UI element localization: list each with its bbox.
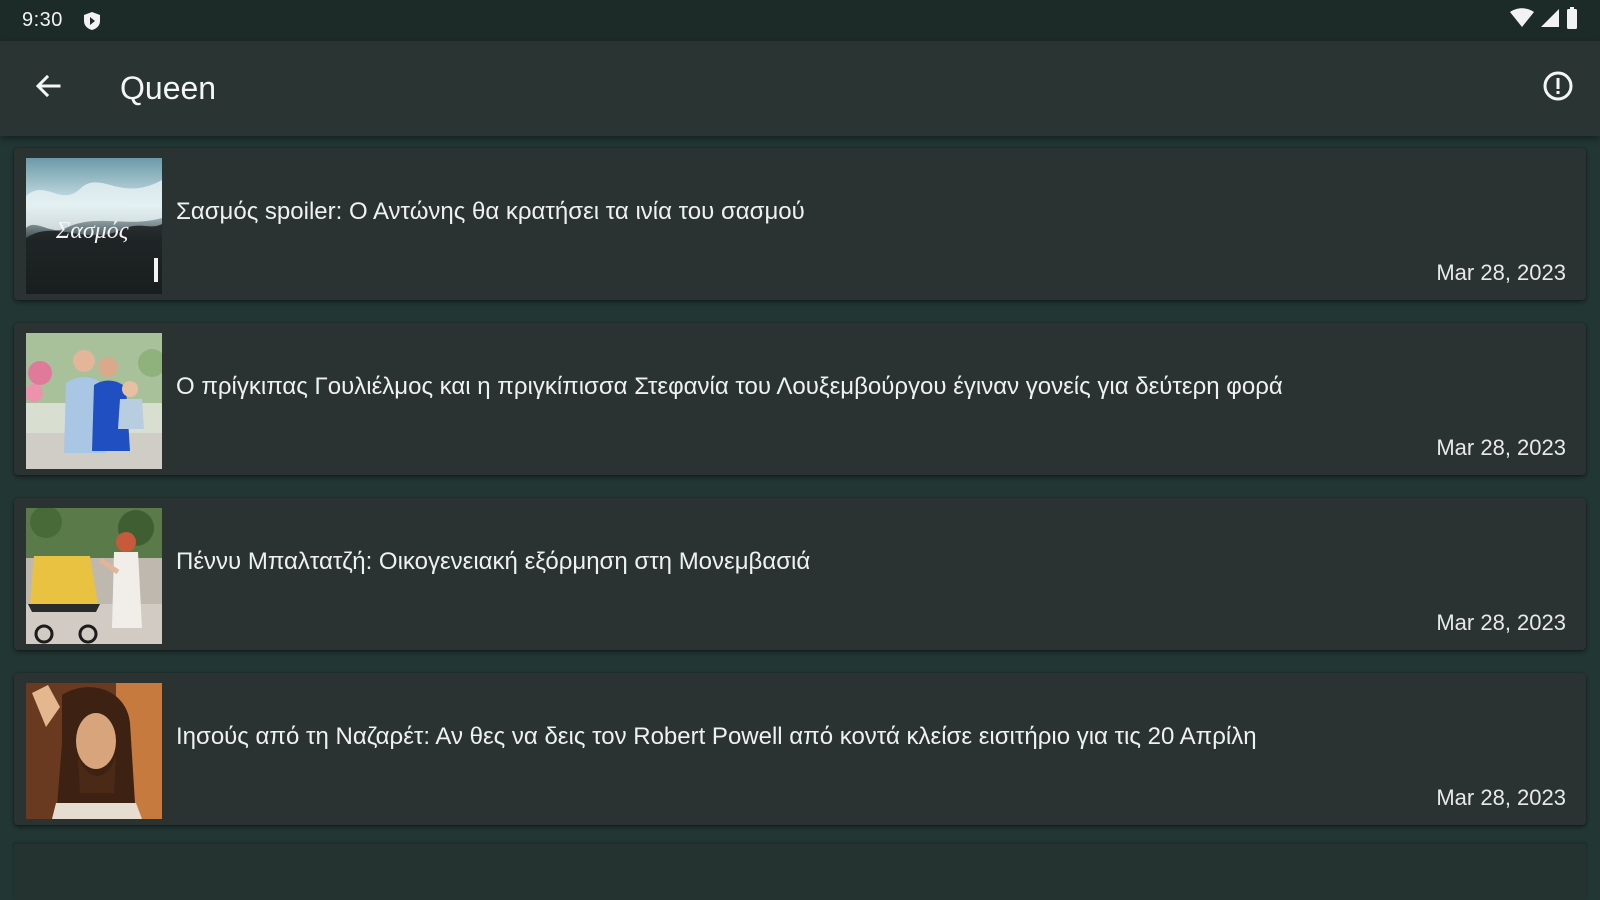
thumbnail-caption: Σασμός [55, 218, 129, 244]
stroller-family-thumbnail [26, 508, 162, 644]
app-bar: Queen [0, 41, 1600, 136]
signal-icon [1540, 8, 1560, 33]
status-icons [1510, 7, 1578, 34]
article-date: Mar 28, 2023 [1436, 610, 1566, 635]
article-card[interactable]: Πέννυ Μπαλτατζή: Οικογενειακή εξόρμηση σ… [14, 498, 1586, 650]
article-list: Σασμός Σασμός spoiler: Ο Αντώνης θα κρατ… [14, 148, 1586, 848]
arrow-back-icon [35, 73, 61, 104]
article-title: Πέννυ Μπαλτατζή: Οικογενειακή εξόρμηση σ… [176, 548, 811, 575]
status-bar: 9:30 [0, 0, 1600, 41]
info-button[interactable] [1538, 69, 1578, 109]
royal-family-thumbnail [26, 333, 162, 469]
next-article-card-partial[interactable] [14, 844, 1586, 900]
back-button[interactable] [30, 71, 66, 107]
wifi-icon [1510, 8, 1534, 33]
article-date: Mar 28, 2023 [1436, 260, 1566, 285]
article-title: Σασμός spoiler: Ο Αντώνης θα κρατήσει τα… [176, 198, 805, 225]
article-date: Mar 28, 2023 [1436, 785, 1566, 810]
robert-powell-thumbnail [26, 683, 162, 819]
article-card[interactable]: Σασμός Σασμός spoiler: Ο Αντώνης θα κρατ… [14, 148, 1586, 300]
article-card[interactable]: Ο πρίγκιπας Γουλιέλμος και η πριγκίπισσα… [14, 323, 1586, 475]
status-time: 9:30 [22, 9, 63, 31]
page-title: Queen [120, 70, 217, 106]
article-title: Ο πρίγκιπας Γουλιέλμος και η πριγκίπισσα… [176, 373, 1283, 400]
shield-play-icon [81, 10, 103, 32]
article-card[interactable]: Ιησούς από τη Ναζαρέτ: Αν θες να δεις το… [14, 673, 1586, 825]
sasmos-show-thumbnail: Σασμός [26, 158, 162, 294]
info-circle-icon [1542, 70, 1574, 107]
battery-icon [1566, 7, 1578, 34]
article-title: Ιησούς από τη Ναζαρέτ: Αν θες να δεις το… [176, 723, 1257, 750]
article-date: Mar 28, 2023 [1436, 435, 1566, 460]
